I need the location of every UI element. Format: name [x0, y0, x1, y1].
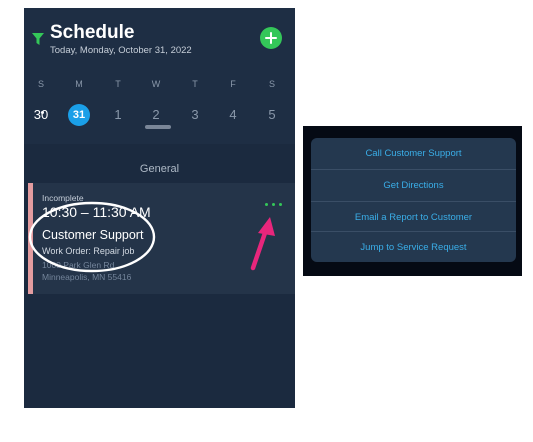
- event-indicator-dot: [41, 111, 44, 114]
- date-cell[interactable]: 4: [219, 104, 247, 126]
- date-cell[interactable]: 1: [104, 104, 132, 126]
- date-cell[interactable]: 2: [142, 104, 170, 126]
- menu-item-call-customer-support[interactable]: Call Customer Support: [311, 138, 516, 169]
- weekday-label: S: [268, 79, 275, 89]
- status-color-bar: [28, 183, 33, 294]
- weekday-label: S: [37, 79, 44, 89]
- appointment-card[interactable]: Incomplete 10:30 – 11:30 AM Customer Sup…: [28, 183, 295, 294]
- weekday-label: F: [230, 79, 236, 89]
- drag-handle[interactable]: [145, 125, 171, 129]
- weekday-label: M: [75, 79, 83, 89]
- menu-item-jump-to-service-request[interactable]: Jump to Service Request: [311, 232, 516, 262]
- more-options-icon[interactable]: [265, 201, 285, 209]
- schedule-screen: Schedule Today, Monday, October 31, 2022…: [24, 8, 295, 408]
- weekday-label: W: [151, 79, 161, 89]
- date-cell[interactable]: 5: [258, 104, 286, 126]
- action-menu: Call Customer Support Get Directions Ema…: [311, 138, 516, 262]
- work-order-label: Work Order: Repair job: [42, 246, 135, 256]
- add-button[interactable]: [260, 27, 282, 49]
- address-line-2: Minneapolis, MN 55416: [42, 272, 132, 282]
- address-line-1: 1000 Park Glen Rd: [42, 260, 115, 270]
- page-title: Schedule: [50, 22, 135, 43]
- date-cell[interactable]: 3: [181, 104, 209, 126]
- date-cell[interactable]: 30: [27, 104, 55, 126]
- filter-icon[interactable]: [32, 33, 44, 45]
- menu-item-email-report[interactable]: Email a Report to Customer: [311, 202, 516, 233]
- today-date-label: Today, Monday, October 31, 2022: [50, 45, 192, 56]
- appointment-status: Incomplete: [42, 193, 84, 203]
- section-header: General: [139, 163, 180, 175]
- weekday-label: T: [115, 79, 121, 89]
- action-menu-panel: Call Customer Support Get Directions Ema…: [303, 126, 522, 276]
- schedule-header: Schedule Today, Monday, October 31, 2022: [24, 8, 295, 64]
- menu-item-get-directions[interactable]: Get Directions: [311, 170, 516, 201]
- date-cell-selected[interactable]: 31: [68, 104, 90, 126]
- appointment-time: 10:30 – 11:30 AM: [42, 204, 151, 220]
- week-strip: S M T W T F S 30 31 1 2 3 4 5: [24, 64, 295, 144]
- appointment-title: Customer Support: [42, 228, 144, 242]
- weekday-label: T: [192, 79, 198, 89]
